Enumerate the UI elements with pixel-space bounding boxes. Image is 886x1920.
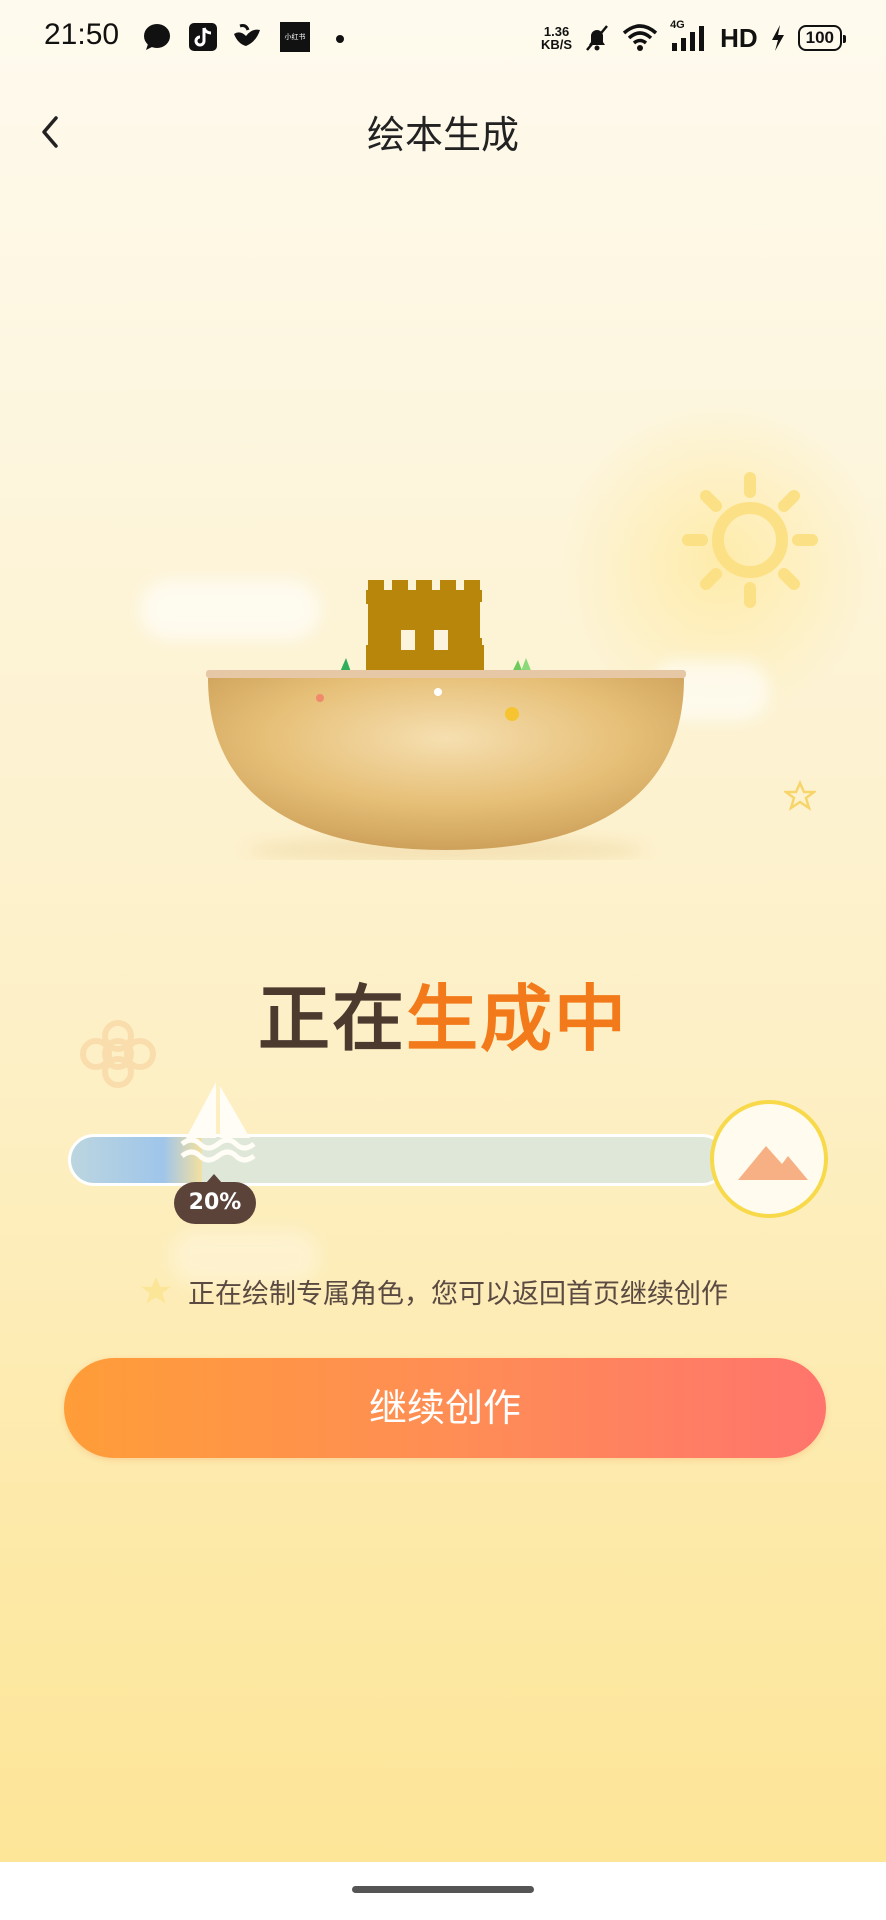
chat-bubble-icon bbox=[144, 24, 170, 50]
charging-bolt-icon bbox=[771, 25, 784, 51]
page-title: 绘本生成 bbox=[366, 113, 519, 157]
progress-bar bbox=[68, 1134, 728, 1186]
mountain-icon bbox=[738, 1146, 808, 1180]
star-outline-icon bbox=[784, 780, 816, 811]
status-right-group: 1.36 KB/S 4G HD 100 bbox=[541, 18, 847, 58]
hint-text: 正在绘制专属角色，您可以返回首页继续创作 bbox=[188, 1279, 728, 1310]
status-time: 21:50 bbox=[44, 18, 120, 51]
castle-island-illustration bbox=[206, 580, 686, 860]
signal-icon: 4G bbox=[670, 19, 708, 53]
sun-icon bbox=[682, 472, 818, 608]
net-speed: 1.36 KB/S bbox=[541, 25, 572, 51]
home-indicator[interactable] bbox=[352, 1886, 534, 1893]
tiktok-icon bbox=[189, 23, 217, 51]
bird-app-icon bbox=[234, 24, 260, 46]
continue-create-button[interactable]: 继续创作 bbox=[64, 1358, 826, 1458]
generating-heading: 正在生成中 bbox=[0, 960, 886, 1065]
heading-part-2: 生成中 bbox=[406, 977, 629, 1061]
battery-indicator: 100 bbox=[797, 25, 847, 51]
heading-part-1: 正在 bbox=[257, 977, 406, 1061]
status-bar: 21:50 小红书 1.36 KB/S 4G HD 100 bbox=[0, 0, 886, 76]
bell-muted-icon bbox=[586, 25, 609, 51]
goal-marker bbox=[710, 1100, 828, 1218]
sailboat-icon bbox=[180, 1082, 256, 1163]
more-notifications-dot bbox=[336, 35, 344, 43]
progress-percent-badge: 20% bbox=[174, 1174, 256, 1224]
wifi-icon bbox=[622, 24, 658, 51]
xiaohongshu-icon: 小红书 bbox=[280, 22, 310, 52]
hd-indicator: HD bbox=[720, 22, 758, 53]
net-speed-unit: KB/S bbox=[541, 37, 573, 52]
